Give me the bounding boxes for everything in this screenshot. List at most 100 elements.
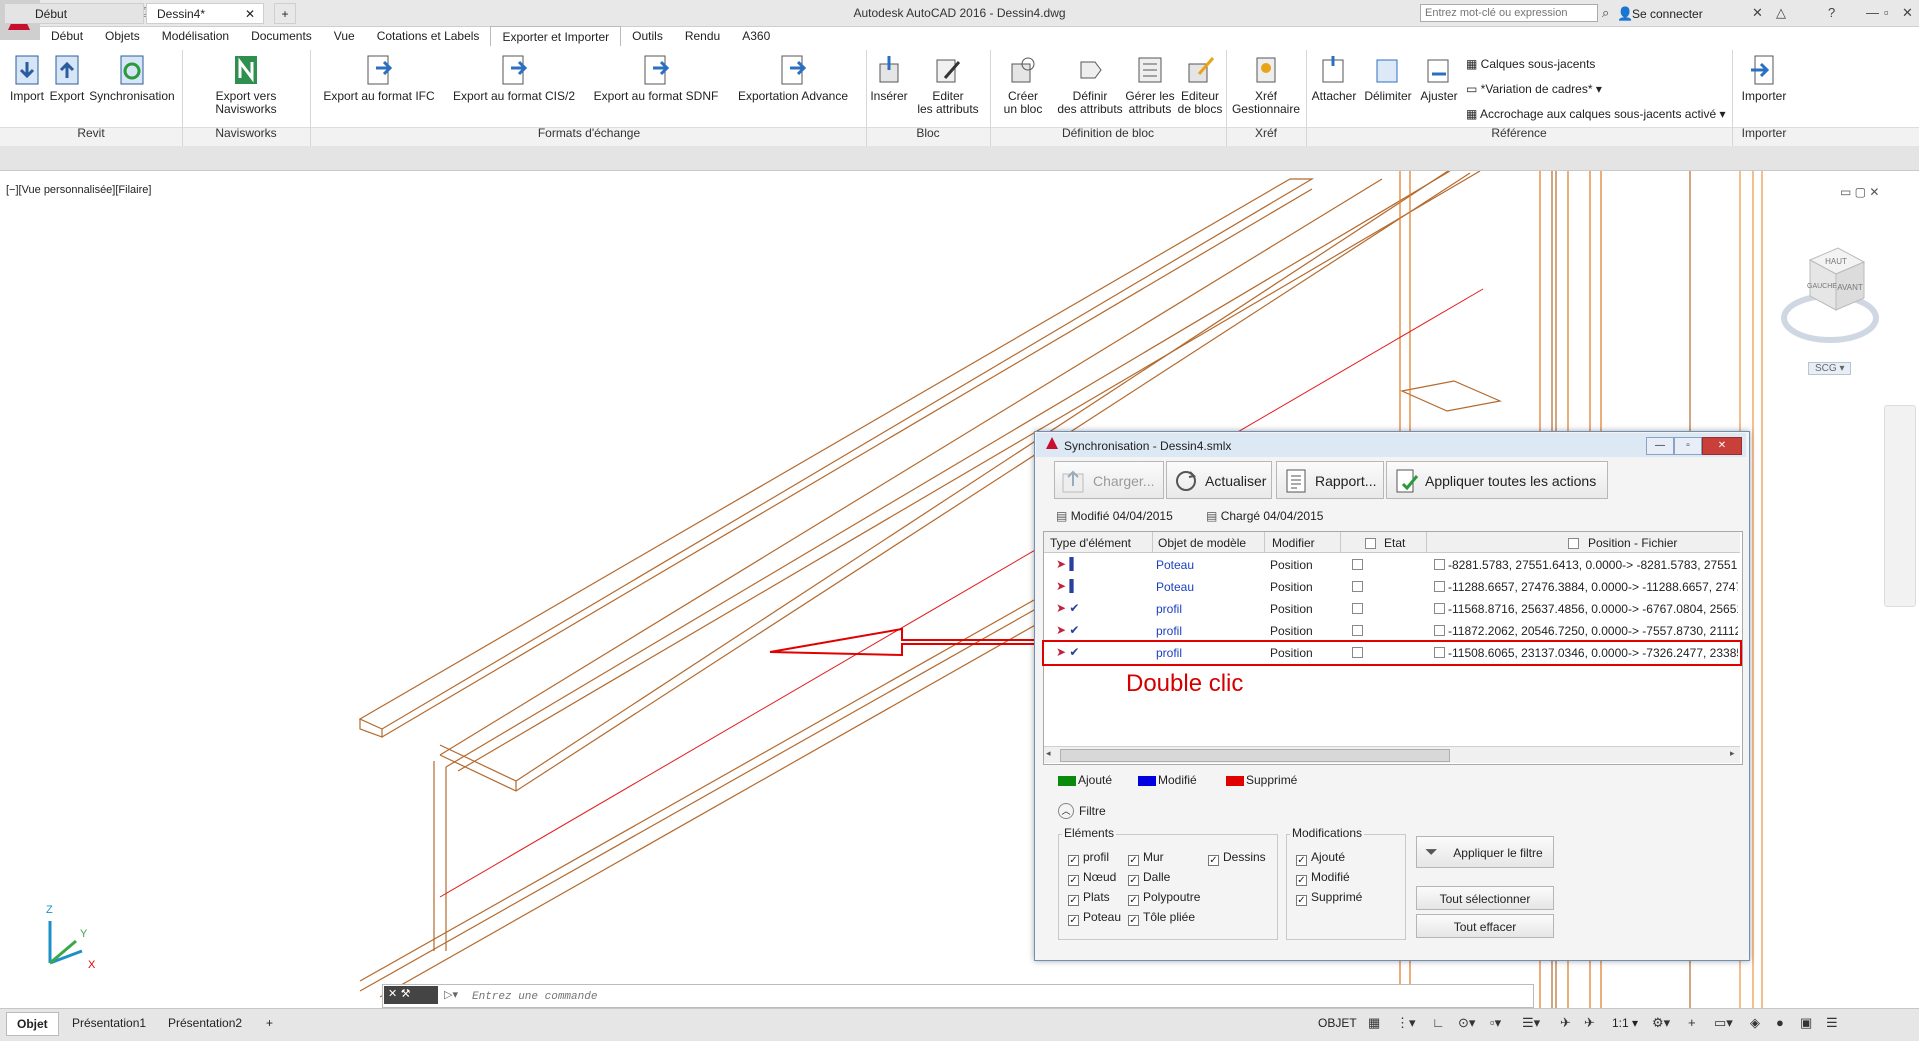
accrochage-calques[interactable]: ▦ Accrochage aux calques sous-jacents ac… xyxy=(1466,107,1726,121)
tab-cotations[interactable]: Cotations et Labels xyxy=(366,26,491,46)
close-cmd-icon[interactable]: ✕ xyxy=(384,988,397,1000)
variation-cadres[interactable]: ▭ *Variation de cadres* ▾ xyxy=(1466,82,1602,96)
xref-gestionnaire-button[interactable]: Xréf Gestionnaire xyxy=(1226,54,1306,116)
tab-vue[interactable]: Vue xyxy=(323,26,366,46)
checkbox-supprime[interactable]: ✓ Supprimé xyxy=(1296,890,1362,906)
command-input[interactable] xyxy=(470,988,1474,1006)
column-header-type[interactable]: Type d'élément xyxy=(1050,536,1131,550)
hardware-icon[interactable]: ● xyxy=(1776,1015,1784,1030)
export-sdnf-button[interactable]: Export au format SDNF xyxy=(592,54,720,103)
filter-collapse-icon[interactable]: ︿ xyxy=(1058,803,1074,819)
import-button[interactable]: Import xyxy=(4,54,50,103)
table-row[interactable]: ➤ ▌ Poteau Position -8281.5783, 27551.64… xyxy=(1044,554,1740,576)
tab-outils[interactable]: Outils xyxy=(621,26,674,46)
checkbox-ajoute[interactable]: ✓ Ajouté xyxy=(1296,850,1345,866)
search-input[interactable] xyxy=(1420,4,1598,22)
a360-icon[interactable]: △ xyxy=(1776,5,1786,21)
annotation-monitor-icon[interactable]: ✈ xyxy=(1560,1015,1571,1031)
table-row-selected[interactable]: ➤ ✔ profil Position -11508.6065, 23137.0… xyxy=(1042,640,1742,666)
importer-button[interactable]: Importer xyxy=(1736,54,1792,103)
binoculars-icon[interactable]: ⌕ xyxy=(1602,5,1609,21)
export-cis2-button[interactable]: Export au format CIS/2 xyxy=(450,54,578,103)
wcs-menu[interactable]: SCG ▾ xyxy=(1808,362,1852,375)
wrench-icon[interactable]: ⚒ xyxy=(401,988,411,1000)
gerer-attributs-button[interactable]: Gérer les attributs xyxy=(1120,54,1180,116)
dialog-minimize-icon[interactable]: — xyxy=(1646,437,1674,455)
export-ifc-button[interactable]: Export au format IFC xyxy=(320,54,438,103)
tab-objets[interactable]: Objets xyxy=(94,26,151,46)
row-state-checkbox[interactable] xyxy=(1352,625,1363,636)
checkbox-plats[interactable]: ✓ Plats xyxy=(1068,890,1110,906)
export-button[interactable]: Export xyxy=(46,54,88,103)
lineweight-icon[interactable]: ☰▾ xyxy=(1522,1015,1540,1031)
checkbox-modifie[interactable]: ✓ Modifié xyxy=(1296,870,1350,886)
synchronisation-button[interactable]: Synchronisation xyxy=(88,54,176,103)
checkbox-mur[interactable]: ✓ Mur xyxy=(1128,850,1164,866)
layout-tab-model[interactable]: Objet xyxy=(6,1012,59,1036)
table-row[interactable]: ➤ ▌ Poteau Position -11288.6657, 27476.3… xyxy=(1044,576,1740,598)
osnap-icon[interactable]: ▫▾ xyxy=(1490,1015,1501,1031)
polar-icon[interactable]: ⊙▾ xyxy=(1458,1015,1475,1031)
ortho-icon[interactable]: ∟ xyxy=(1432,1015,1445,1030)
tab-documents[interactable]: Documents xyxy=(240,26,323,46)
creer-bloc-button[interactable]: Créer un bloc xyxy=(996,54,1050,116)
checkbox-profil[interactable]: ✓ profil xyxy=(1068,850,1109,866)
annotation-visibility-icon[interactable]: ✈ xyxy=(1584,1015,1595,1031)
clean-screen-icon[interactable]: ▣ xyxy=(1800,1015,1812,1031)
close-tab-icon[interactable]: ✕ xyxy=(245,4,255,25)
row-state-checkbox[interactable] xyxy=(1352,559,1363,570)
appliquer-actions-button[interactable]: Appliquer toutes les actions xyxy=(1386,461,1608,499)
viewcube[interactable]: HAUT AVANT GAUCHE xyxy=(1780,240,1880,350)
layout-tab-presentation1[interactable]: Présentation1 xyxy=(62,1012,156,1034)
column-header-position[interactable]: Position - Fichier xyxy=(1588,536,1677,550)
rapport-button[interactable]: Rapport... xyxy=(1276,461,1384,499)
definir-attributs-button[interactable]: Définir des attributs xyxy=(1054,54,1126,116)
checkbox-dessins[interactable]: ✓ Dessins xyxy=(1208,850,1266,866)
command-line-tools[interactable]: ✕ ⚒ xyxy=(384,986,438,1004)
position-header-checkbox[interactable] xyxy=(1568,538,1579,549)
scrollbar-thumb[interactable] xyxy=(1060,749,1450,762)
doc-tab-debut[interactable]: Début xyxy=(4,3,144,24)
calques-sous-jacents[interactable]: ▦ Calques sous-jacents xyxy=(1466,57,1595,71)
minimize-icon[interactable]: — xyxy=(1866,5,1879,20)
login-link[interactable]: Se connecter xyxy=(1632,7,1703,21)
model-space-toggle[interactable]: OBJET xyxy=(1318,1016,1357,1030)
checkbox-dalle[interactable]: ✓ Dalle xyxy=(1128,870,1170,886)
editer-attributs-button[interactable]: Editer les attributs xyxy=(910,54,986,116)
scroll-right-icon[interactable]: ▸ xyxy=(1730,748,1735,759)
exportation-advance-button[interactable]: Exportation Advance xyxy=(732,54,854,103)
row-state-checkbox[interactable] xyxy=(1352,603,1363,614)
table-row[interactable]: ➤ ✔ profil Position -11568.8716, 25637.4… xyxy=(1044,598,1740,620)
tab-debut[interactable]: Début xyxy=(40,26,94,46)
charger-button[interactable]: Charger... xyxy=(1054,461,1164,499)
column-header-objet[interactable]: Objet de modèle xyxy=(1158,536,1246,550)
row-position-checkbox[interactable] xyxy=(1434,581,1445,592)
doc-tab-dessin4[interactable]: Dessin4* ✕ xyxy=(146,3,264,24)
help-icon[interactable]: ? xyxy=(1828,5,1835,20)
gear-icon[interactable]: ⚙▾ xyxy=(1652,1015,1670,1031)
layout-tab-presentation2[interactable]: Présentation2 xyxy=(158,1012,252,1034)
exchange-icon[interactable]: ✕ xyxy=(1752,5,1763,21)
new-tab-icon[interactable]: + xyxy=(274,3,296,24)
column-header-modifier[interactable]: Modifier xyxy=(1272,536,1315,550)
tab-a360[interactable]: A360 xyxy=(731,26,781,46)
navigation-bar[interactable] xyxy=(1884,405,1916,607)
dialog-close-icon[interactable]: ✕ xyxy=(1702,437,1742,455)
export-navisworks-button[interactable]: Export vers Navisworks xyxy=(184,54,308,116)
row-position-checkbox[interactable] xyxy=(1434,559,1445,570)
monitor-icon[interactable]: ▭▾ xyxy=(1714,1015,1733,1031)
annotation-scale[interactable]: 1:1 ▾ xyxy=(1612,1016,1638,1030)
cmd-prompt-icon[interactable]: ▷▾ xyxy=(444,988,458,1001)
actualiser-button[interactable]: Actualiser xyxy=(1166,461,1272,499)
plus-icon[interactable]: + xyxy=(1688,1015,1696,1030)
dialog-maximize-icon[interactable]: ▫ xyxy=(1674,437,1702,455)
snap-icon[interactable]: ⋮▾ xyxy=(1396,1015,1416,1031)
checkbox-tole-pliee[interactable]: ✓ Tôle pliée xyxy=(1128,910,1195,926)
tab-rendu[interactable]: Rendu xyxy=(674,26,731,46)
grid-icon[interactable]: ▦ xyxy=(1368,1015,1380,1031)
scroll-left-icon[interactable]: ◂ xyxy=(1046,748,1051,759)
row-position-checkbox[interactable] xyxy=(1434,647,1445,658)
row-state-checkbox[interactable] xyxy=(1352,647,1363,658)
select-all-button[interactable]: Tout sélectionner xyxy=(1416,886,1554,910)
checkbox-polypoutre[interactable]: ✓ Polypoutre xyxy=(1128,890,1200,906)
